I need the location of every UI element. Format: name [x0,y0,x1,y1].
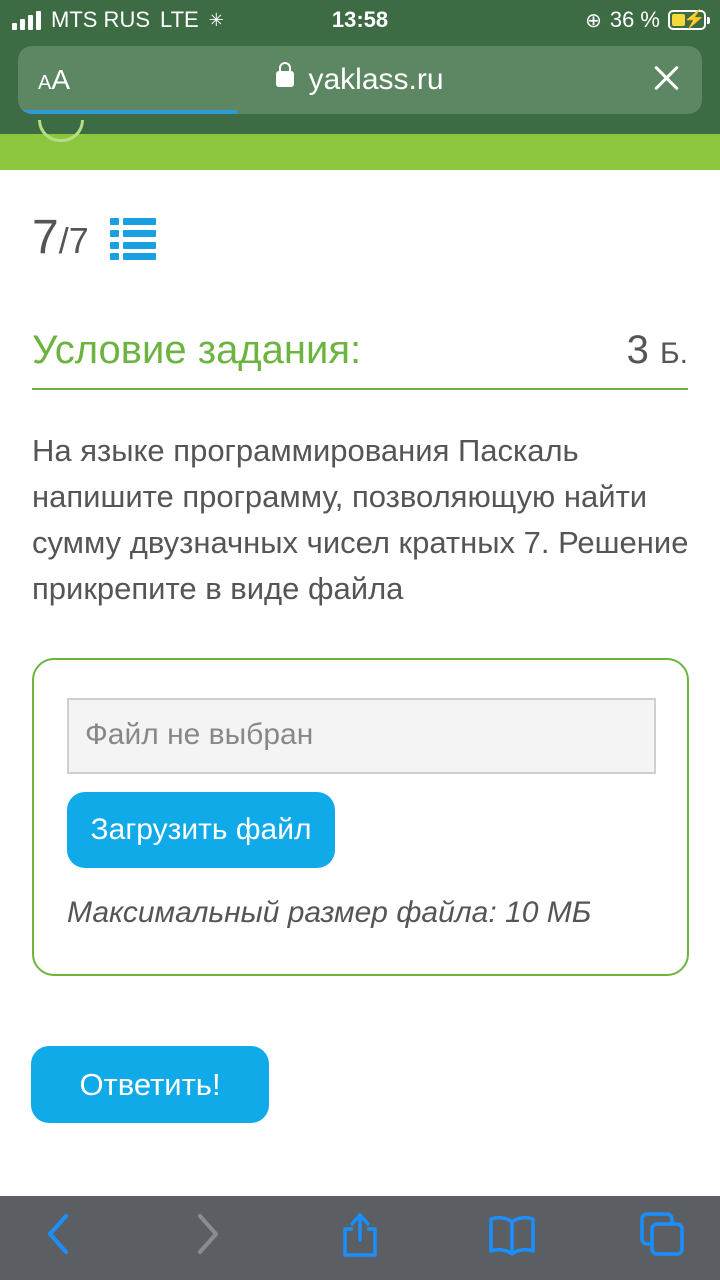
task-text: На языке программирования Паскаль напиши… [32,433,689,606]
battery-percent: 36 % [609,7,660,32]
max-file-size-note: Максимальный размер файла: 10 МБ [67,896,592,929]
avatar[interactable] [38,120,84,142]
lock-icon [276,62,295,88]
points-value: 3 Б. [626,328,688,372]
upload-panel: Файл не выбран Загрузить файл Максимальн… [32,658,689,976]
divider [32,388,688,390]
battery-icon: ⚡ [668,9,710,30]
task-list-icon[interactable] [110,218,158,260]
task-counter: 7/7 [32,210,89,265]
task-counter-total: /7 [58,220,89,261]
task-counter-current: 7 [32,211,59,264]
status-bar: MTS RUS LTE ✳ 13:58 ⊕ 36 % ⚡ [0,0,720,40]
tabs-icon[interactable] [638,1210,686,1258]
orientation-lock-icon: ⊕ [585,9,602,32]
share-icon[interactable] [336,1210,384,1258]
answer-button[interactable]: Ответить! [31,1046,269,1123]
bookmarks-icon[interactable] [488,1210,536,1258]
browser-chrome: MTS RUS LTE ✳ 13:58 ⊕ 36 % ⚡ AA yaklass.… [0,0,720,134]
address-bar[interactable]: AA yaklass.ru [18,46,702,114]
close-icon[interactable] [648,60,684,96]
file-field[interactable]: Файл не выбран [67,698,656,774]
upload-file-button[interactable]: Загрузить файл [67,792,335,868]
forward-icon[interactable] [184,1210,232,1258]
site-header [0,120,720,170]
page-load-progress [18,110,237,114]
condition-title: Условие задания: [32,328,362,372]
status-right: ⊕ 36 % ⚡ [585,7,710,33]
back-icon[interactable] [34,1210,82,1258]
url-display[interactable]: yaklass.ru [18,62,702,97]
browser-toolbar [0,1196,720,1280]
url-text: yaklass.ru [308,63,444,96]
